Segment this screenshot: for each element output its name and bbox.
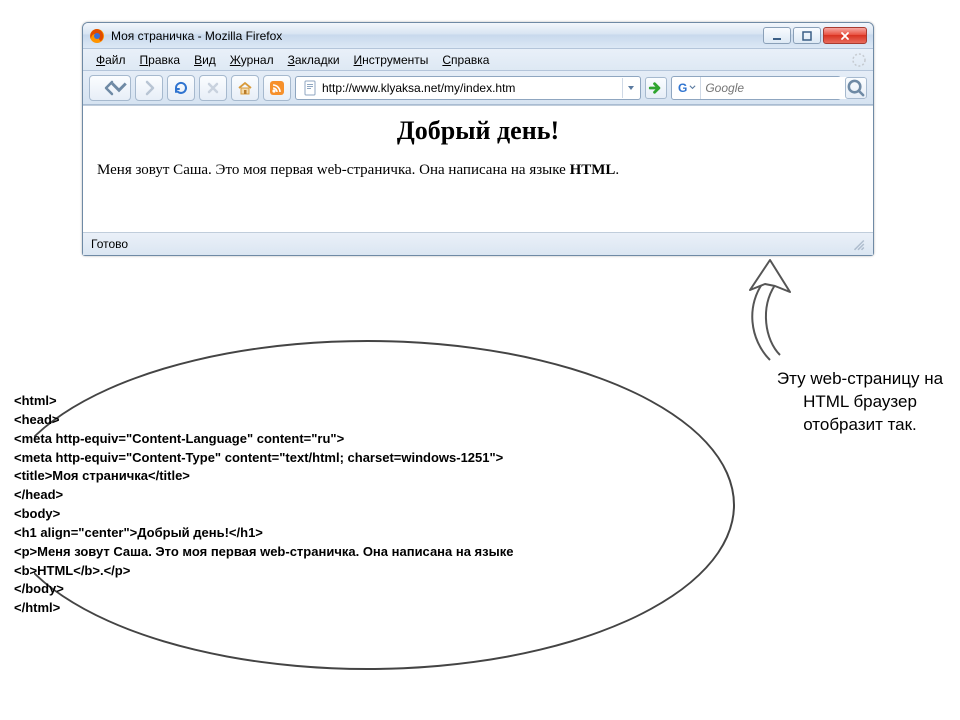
resize-grip-icon[interactable] — [851, 237, 865, 251]
search-input[interactable] — [701, 77, 866, 99]
menu-help[interactable]: Справка — [435, 51, 496, 69]
stop-button[interactable] — [199, 75, 227, 101]
search-engine-selector[interactable]: G — [674, 77, 701, 99]
source-code: <html> <head> <meta http-equiv="Content-… — [14, 392, 554, 618]
home-button[interactable] — [231, 75, 259, 101]
window-title: Моя страничка - Mozilla Firefox — [111, 29, 282, 43]
reload-button[interactable] — [167, 75, 195, 101]
address-bar — [295, 76, 641, 100]
search-bar: G — [671, 76, 841, 100]
menu-history[interactable]: Журнал — [223, 51, 281, 69]
menu-edit[interactable]: Правка — [133, 51, 188, 69]
menu-view[interactable]: Вид — [187, 51, 223, 69]
toolbar: G — [83, 71, 873, 105]
back-button[interactable] — [89, 75, 131, 101]
feed-button[interactable] — [263, 75, 291, 101]
search-button[interactable] — [845, 77, 867, 99]
url-dropdown[interactable] — [622, 78, 638, 98]
firefox-icon — [89, 28, 105, 44]
menu-file[interactable]: Файл — [89, 51, 133, 69]
source-bubble: <html> <head> <meta http-equiv="Content-… — [0, 320, 760, 690]
forward-button[interactable] — [135, 75, 163, 101]
minimize-button[interactable] — [763, 27, 791, 44]
throbber-icon — [851, 52, 867, 68]
chevron-down-icon — [689, 84, 696, 91]
callout-caption: Эту web-страницу на HTML браузер отобраз… — [770, 368, 950, 437]
menu-tools[interactable]: Инструменты — [347, 51, 436, 69]
browser-window: Моя страничка - Mozilla Firefox Файл Пра… — [82, 22, 874, 256]
page-heading: Добрый день! — [97, 116, 859, 146]
page-content: Добрый день! Меня зовут Саша. Это моя пе… — [83, 105, 873, 233]
menu-bookmarks[interactable]: Закладки — [281, 51, 347, 69]
close-button[interactable] — [823, 27, 867, 44]
page-paragraph: Меня зовут Саша. Это моя первая web-стра… — [97, 162, 859, 179]
callout-arrow-icon — [710, 250, 820, 370]
page-icon — [302, 80, 318, 96]
go-button[interactable] — [645, 77, 667, 99]
url-input[interactable] — [322, 77, 622, 99]
titlebar: Моя страничка - Mozilla Firefox — [83, 23, 873, 49]
google-icon: G — [678, 81, 687, 95]
status-text: Готово — [91, 237, 128, 251]
maximize-button[interactable] — [793, 27, 821, 44]
menubar: Файл Правка Вид Журнал Закладки Инструме… — [83, 49, 873, 71]
